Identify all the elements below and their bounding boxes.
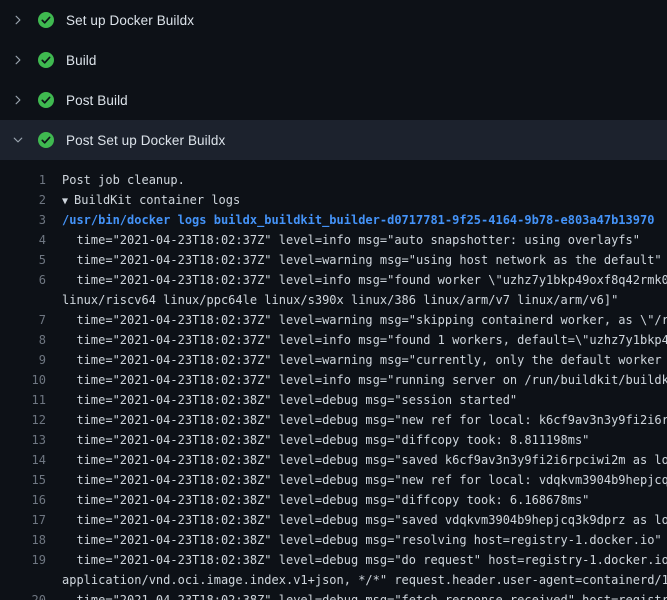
log-line: application/vnd.oci.image.index.v1+json,… — [0, 570, 667, 590]
success-check-icon — [38, 12, 54, 28]
log-text: time="2021-04-23T18:02:37Z" level=info m… — [46, 270, 667, 290]
step-header-post-build[interactable]: Post Build — [0, 80, 667, 120]
log-text: time="2021-04-23T18:02:38Z" level=debug … — [46, 550, 667, 570]
line-number[interactable]: 19 — [0, 550, 46, 570]
line-number[interactable]: 15 — [0, 470, 46, 490]
log-line: 12 time="2021-04-23T18:02:38Z" level=deb… — [0, 410, 667, 430]
step-title: Set up Docker Buildx — [66, 13, 194, 28]
log-text: time="2021-04-23T18:02:37Z" level=info m… — [46, 370, 667, 390]
log-line: 6 time="2021-04-23T18:02:37Z" level=info… — [0, 270, 667, 290]
line-number[interactable]: 18 — [0, 530, 46, 550]
line-number[interactable]: 3 — [0, 210, 46, 230]
line-number[interactable]: 1 — [0, 170, 46, 190]
log-line: 4 time="2021-04-23T18:02:37Z" level=info… — [0, 230, 667, 250]
chevron-right-icon — [12, 54, 38, 66]
line-number[interactable]: 17 — [0, 510, 46, 530]
log-line: 13 time="2021-04-23T18:02:38Z" level=deb… — [0, 430, 667, 450]
log-line: 11 time="2021-04-23T18:02:38Z" level=deb… — [0, 390, 667, 410]
step-list: Set up Docker Buildx Build Post Build Post … — [0, 0, 667, 160]
log-line: 18 time="2021-04-23T18:02:38Z" level=deb… — [0, 530, 667, 550]
log-text: time="2021-04-23T18:02:38Z" level=debug … — [46, 450, 667, 470]
log-line: 15 time="2021-04-23T18:02:38Z" level=deb… — [0, 470, 667, 490]
line-number[interactable]: 14 — [0, 450, 46, 470]
log-line: 17 time="2021-04-23T18:02:38Z" level=deb… — [0, 510, 667, 530]
line-number[interactable]: 12 — [0, 410, 46, 430]
line-number[interactable]: 2 — [0, 190, 46, 210]
step-header-set-up-docker-buildx[interactable]: Set up Docker Buildx — [0, 0, 667, 40]
log-text: time="2021-04-23T18:02:37Z" level=info m… — [46, 230, 640, 250]
actions-log-viewer: Set up Docker Buildx Build Post Build Post … — [0, 0, 667, 600]
log-line: 3/usr/bin/docker logs buildx_buildkit_bu… — [0, 210, 667, 230]
log-line: 1Post job cleanup. — [0, 170, 667, 190]
step-title: Build — [66, 53, 97, 68]
log-text: time="2021-04-23T18:02:37Z" level=warnin… — [46, 350, 667, 370]
log-text: time="2021-04-23T18:02:38Z" level=debug … — [46, 410, 667, 430]
log-line: 19 time="2021-04-23T18:02:38Z" level=deb… — [0, 550, 667, 570]
log-text: time="2021-04-23T18:02:38Z" level=debug … — [46, 530, 662, 550]
log-text: time="2021-04-23T18:02:37Z" level=warnin… — [46, 250, 662, 270]
log-group-header[interactable]: ▼ BuildKit container logs — [46, 190, 240, 210]
log-content: 1Post job cleanup.2▼ BuildKit container … — [0, 160, 667, 600]
line-number[interactable]: 10 — [0, 370, 46, 390]
log-text: time="2021-04-23T18:02:38Z" level=debug … — [46, 470, 667, 490]
group-toggle-icon: ▼ — [62, 196, 74, 207]
step-header-build[interactable]: Build — [0, 40, 667, 80]
log-command: /usr/bin/docker logs buildx_buildkit_bui… — [46, 210, 654, 230]
line-number[interactable]: 13 — [0, 430, 46, 450]
log-line: 16 time="2021-04-23T18:02:38Z" level=deb… — [0, 490, 667, 510]
line-number[interactable]: 8 — [0, 330, 46, 350]
chevron-right-icon — [12, 14, 38, 26]
log-text: time="2021-04-23T18:02:38Z" level=debug … — [46, 390, 517, 410]
log-text: Post job cleanup. — [46, 170, 185, 190]
step-header-post-set-up-docker-buildx[interactable]: Post Set up Docker Buildx — [0, 120, 667, 160]
log-text: linux/riscv64 linux/ppc64le linux/s390x … — [46, 290, 618, 310]
log-text: time="2021-04-23T18:02:38Z" level=debug … — [46, 430, 589, 450]
log-line: 7 time="2021-04-23T18:02:37Z" level=warn… — [0, 310, 667, 330]
success-check-icon — [38, 52, 54, 68]
line-number[interactable]: 4 — [0, 230, 46, 250]
group-label: BuildKit container logs — [74, 193, 240, 207]
log-text: time="2021-04-23T18:02:37Z" level=info m… — [46, 330, 667, 350]
log-line: 20 time="2021-04-23T18:02:38Z" level=deb… — [0, 590, 667, 600]
chevron-down-icon — [12, 134, 38, 146]
log-line: linux/riscv64 linux/ppc64le linux/s390x … — [0, 290, 667, 310]
log-text: time="2021-04-23T18:02:38Z" level=debug … — [46, 490, 589, 510]
success-check-icon — [38, 132, 54, 148]
line-number[interactable]: 20 — [0, 590, 46, 600]
step-title: Post Build — [66, 93, 128, 108]
log-line: 2▼ BuildKit container logs — [0, 190, 667, 210]
success-check-icon — [38, 92, 54, 108]
log-line: 10 time="2021-04-23T18:02:37Z" level=inf… — [0, 370, 667, 390]
chevron-right-icon — [12, 94, 38, 106]
line-number — [0, 570, 46, 590]
line-number[interactable]: 6 — [0, 270, 46, 290]
line-number[interactable]: 5 — [0, 250, 46, 270]
log-text: time="2021-04-23T18:02:37Z" level=warnin… — [46, 310, 667, 330]
log-line: 14 time="2021-04-23T18:02:38Z" level=deb… — [0, 450, 667, 470]
log-text: time="2021-04-23T18:02:38Z" level=debug … — [46, 510, 667, 530]
line-number[interactable]: 7 — [0, 310, 46, 330]
line-number[interactable]: 9 — [0, 350, 46, 370]
log-text: application/vnd.oci.image.index.v1+json,… — [46, 570, 667, 590]
line-number[interactable]: 16 — [0, 490, 46, 510]
step-title: Post Set up Docker Buildx — [66, 133, 225, 148]
log-line: 5 time="2021-04-23T18:02:37Z" level=warn… — [0, 250, 667, 270]
log-line: 9 time="2021-04-23T18:02:37Z" level=warn… — [0, 350, 667, 370]
log-text: time="2021-04-23T18:02:38Z" level=debug … — [46, 590, 667, 600]
line-number — [0, 290, 46, 310]
log-line: 8 time="2021-04-23T18:02:37Z" level=info… — [0, 330, 667, 350]
line-number[interactable]: 11 — [0, 390, 46, 410]
